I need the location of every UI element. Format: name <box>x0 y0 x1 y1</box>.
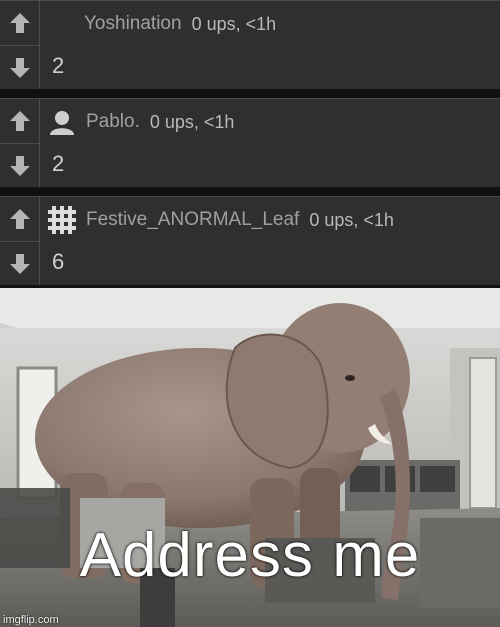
vote-column <box>0 197 40 285</box>
upvote-button[interactable] <box>0 197 39 242</box>
arrow-down-icon <box>9 254 30 274</box>
comment-list: Yoshination 0 ups, <1h 2 Pablo. 0 ups, <… <box>0 0 500 288</box>
arrow-down-icon <box>9 156 30 176</box>
comment-username[interactable]: Festive_ANORMAL_Leaf <box>86 209 299 231</box>
arrow-up-icon <box>9 111 30 131</box>
comment-username[interactable]: Pablo. <box>86 111 140 133</box>
comment-meta: 0 ups, <1h <box>309 209 394 230</box>
imgflip-watermark: imgflip.com <box>3 614 59 626</box>
downvote-button[interactable] <box>0 242 39 286</box>
meme-image: Address me imgflip.com <box>0 288 500 627</box>
comment-username[interactable]: Yoshination <box>84 13 182 35</box>
comment-header: Festive_ANORMAL_Leaf 0 ups, <1h <box>48 206 394 234</box>
comment-meta: 0 ups, <1h <box>191 13 277 34</box>
downvote-button[interactable] <box>0 144 39 188</box>
comment-text: 2 <box>52 151 65 176</box>
default-person-icon[interactable] <box>48 108 76 136</box>
comment: Festive_ANORMAL_Leaf 0 ups, <1h 6 <box>0 196 500 286</box>
pixel-snowflake-icon[interactable] <box>48 206 76 234</box>
meme-caption: Address me <box>79 521 421 590</box>
downvote-button[interactable] <box>0 46 39 90</box>
comment-meta: 0 ups, <1h <box>149 111 235 132</box>
comment-text: 2 <box>52 53 65 78</box>
arrow-up-icon <box>9 13 30 33</box>
vote-column <box>0 99 40 187</box>
comment-header: Yoshination 0 ups, <1h <box>48 11 276 37</box>
arrow-down-icon <box>9 58 30 78</box>
comment-header: Pablo. 0 ups, <1h <box>48 109 234 135</box>
upvote-button[interactable] <box>0 1 39 46</box>
comment: Pablo. 0 ups, <1h 2 <box>0 98 500 188</box>
comment-text: 6 <box>52 249 65 274</box>
upvote-button[interactable] <box>0 99 39 144</box>
arrow-up-icon <box>9 209 30 229</box>
comment: Yoshination 0 ups, <1h 2 <box>0 0 500 90</box>
vote-column <box>0 1 40 89</box>
